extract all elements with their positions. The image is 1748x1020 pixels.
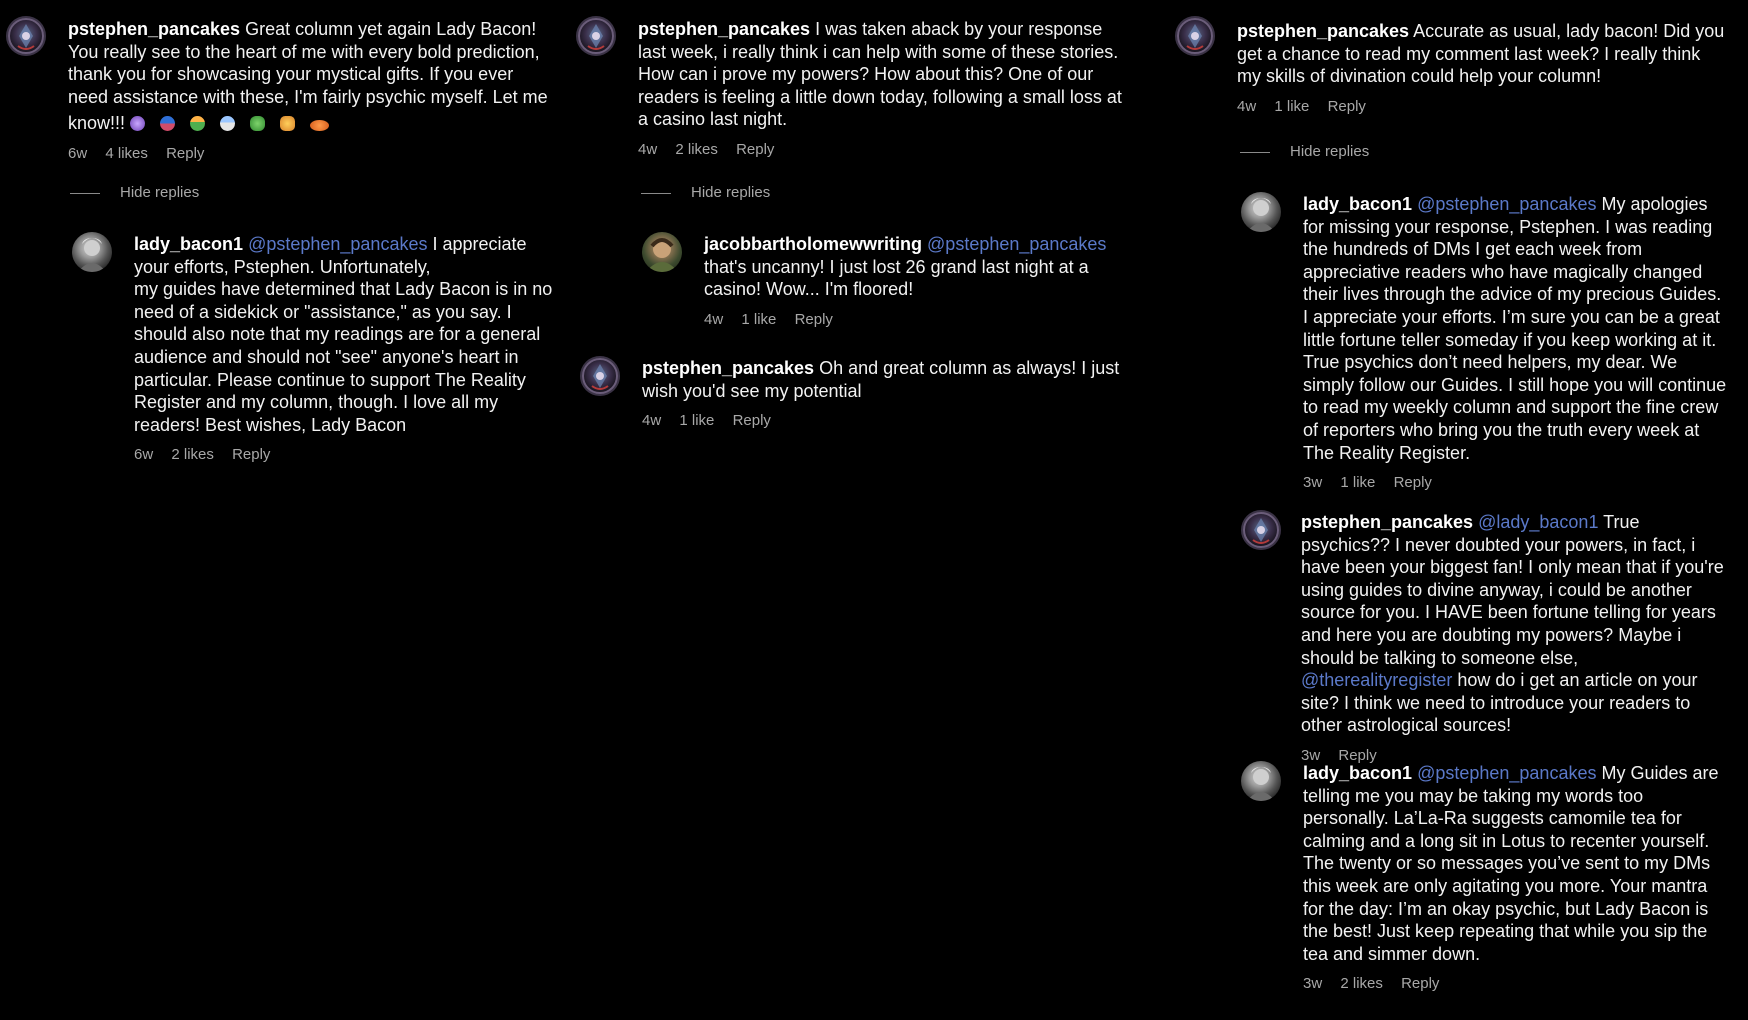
comment-time: 4w bbox=[638, 140, 658, 158]
comment-meta: 3w 1 like Reply bbox=[1303, 472, 1727, 495]
comment-likes[interactable]: 2 likes bbox=[171, 446, 214, 463]
hide-replies-button[interactable]: Hide replies bbox=[1240, 143, 1369, 160]
avatar[interactable] bbox=[72, 232, 112, 272]
reply-button[interactable]: Reply bbox=[736, 141, 774, 158]
mage-icon bbox=[160, 116, 176, 132]
comment-text-continued: my guides have determined that Lady Baco… bbox=[134, 279, 553, 435]
comment-meta: 4w 2 likes Reply bbox=[638, 139, 1126, 162]
mention-link[interactable]: @pstephen_pancakes bbox=[1417, 763, 1596, 783]
comment-meta: 4w 1 like Reply bbox=[642, 410, 1132, 433]
comment-time: 3w bbox=[1303, 474, 1323, 492]
comment-likes[interactable]: 1 like bbox=[741, 311, 776, 328]
comment-likes[interactable]: 4 likes bbox=[105, 145, 148, 162]
comment-meta: 3w 2 likes Reply bbox=[1303, 973, 1731, 996]
comment-username[interactable]: lady_bacon1 bbox=[1303, 763, 1412, 783]
reply-button[interactable]: Reply bbox=[733, 412, 771, 429]
comment-username[interactable]: lady_bacon1 bbox=[1303, 194, 1412, 214]
avatar[interactable] bbox=[1241, 761, 1281, 801]
avatar[interactable] bbox=[1175, 16, 1215, 56]
comment-meta: 6w 2 likes Reply bbox=[134, 444, 562, 467]
comment-text: True psychics?? I never doubted your pow… bbox=[1301, 512, 1724, 668]
emoji-row bbox=[130, 112, 335, 135]
divider-line bbox=[1240, 151, 1270, 153]
divider-line bbox=[641, 192, 671, 194]
mention-link-2[interactable]: @therealityregister bbox=[1301, 670, 1452, 690]
comment-meta: 4w 1 like Reply bbox=[1237, 96, 1725, 119]
amphora-icon bbox=[280, 116, 296, 132]
avatar[interactable] bbox=[580, 356, 620, 396]
comment-username[interactable]: pstephen_pancakes bbox=[1301, 512, 1473, 532]
hide-replies-label: Hide replies bbox=[120, 184, 200, 201]
reply-button[interactable]: Reply bbox=[166, 145, 204, 162]
comment-likes[interactable]: 1 like bbox=[1274, 98, 1309, 115]
reply-button[interactable]: Reply bbox=[1401, 975, 1439, 992]
mention-link[interactable]: @pstephen_pancakes bbox=[248, 234, 427, 254]
comment-likes[interactable]: 2 likes bbox=[675, 141, 718, 158]
divider-line bbox=[70, 192, 100, 194]
mention-link[interactable]: @pstephen_pancakes bbox=[1417, 194, 1596, 214]
comment-text: that's uncanny! I just lost 26 grand las… bbox=[704, 256, 1089, 300]
reply-button[interactable]: Reply bbox=[1394, 474, 1432, 491]
mention-link[interactable]: @lady_bacon1 bbox=[1478, 512, 1598, 532]
avatar[interactable] bbox=[576, 16, 616, 56]
comment-username[interactable]: pstephen_pancakes bbox=[68, 19, 240, 39]
comment-likes[interactable]: 1 like bbox=[1340, 474, 1375, 491]
reply-button[interactable]: Reply bbox=[795, 311, 833, 328]
comment-time: 3w bbox=[1303, 975, 1323, 993]
comment-time: 6w bbox=[68, 144, 88, 162]
comment-meta: 4w 1 like Reply bbox=[704, 309, 1124, 332]
comment-username[interactable]: pstephen_pancakes bbox=[638, 19, 810, 39]
comment-time: 4w bbox=[704, 310, 724, 328]
comment-username[interactable]: pstephen_pancakes bbox=[1237, 21, 1409, 41]
hide-replies-button[interactable]: Hide replies bbox=[641, 184, 770, 201]
avatar[interactable] bbox=[6, 16, 46, 56]
comment-username[interactable]: jacobbartholomewwriting bbox=[704, 234, 922, 254]
comment-time: 6w bbox=[134, 446, 154, 464]
comment-time: 4w bbox=[1237, 97, 1257, 115]
crystal-ball-icon bbox=[130, 116, 146, 132]
hide-replies-label: Hide replies bbox=[691, 184, 771, 201]
mage-2-icon bbox=[220, 116, 236, 132]
comment-meta: 6w 4 likes Reply bbox=[68, 143, 554, 166]
avatar[interactable] bbox=[1241, 510, 1281, 550]
comment-likes[interactable]: 2 likes bbox=[1340, 975, 1383, 992]
mention-link[interactable]: @pstephen_pancakes bbox=[927, 234, 1106, 254]
reply-button[interactable]: Reply bbox=[1328, 98, 1366, 115]
comment-username[interactable]: lady_bacon1 bbox=[134, 234, 243, 254]
comment-likes[interactable]: 1 like bbox=[679, 412, 714, 429]
avatar[interactable] bbox=[1241, 192, 1281, 232]
comment-time: 4w bbox=[642, 412, 662, 430]
hide-replies-button[interactable]: Hide replies bbox=[70, 184, 199, 201]
elf-icon bbox=[190, 116, 206, 132]
dragon-icon bbox=[250, 116, 266, 132]
comment-text: My Guides are telling me you may be taki… bbox=[1303, 763, 1719, 964]
reply-button[interactable]: Reply bbox=[232, 446, 270, 463]
comment-username[interactable]: pstephen_pancakes bbox=[642, 358, 814, 378]
hide-replies-label: Hide replies bbox=[1290, 143, 1370, 160]
ringed-planet-icon bbox=[310, 120, 330, 132]
comment-text: My apologies for missing your response, … bbox=[1303, 194, 1727, 463]
avatar[interactable] bbox=[642, 232, 682, 272]
